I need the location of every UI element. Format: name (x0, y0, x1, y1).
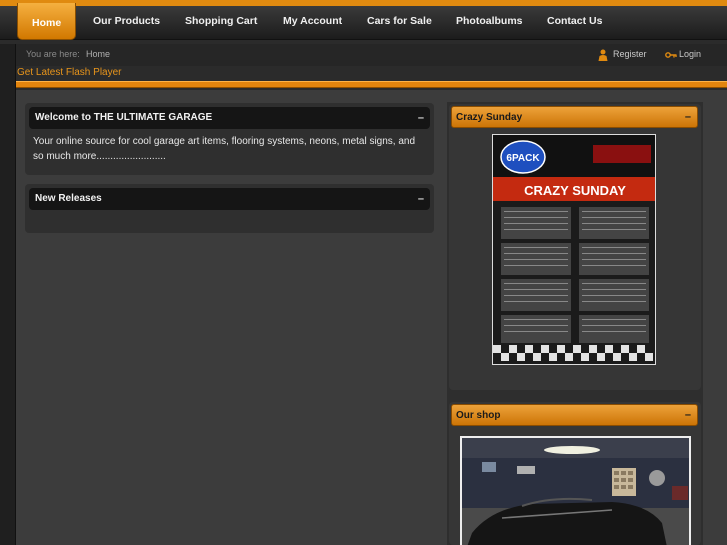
nav-my-account[interactable]: My Account (283, 6, 342, 40)
user-icon (598, 49, 608, 61)
welcome-text-line-2: so much more......................... (33, 151, 166, 162)
orange-divider (16, 81, 727, 88)
breadcrumb-prefix: You are here: (26, 49, 80, 59)
nav-photoalbums[interactable]: Photoalbums (456, 6, 523, 40)
shop-photo[interactable] (460, 436, 691, 545)
welcome-text-line-1: Your online source for cool garage art i… (33, 136, 416, 147)
welcome-module-title: Welcome to THE ULTIMATE GARAGE (35, 112, 213, 123)
nav-contact-us[interactable]: Contact Us (547, 6, 602, 40)
poster-logo: 6PACK (506, 153, 540, 164)
nav-home[interactable]: Home (17, 3, 77, 40)
left-border (0, 44, 16, 545)
nav-our-products[interactable]: Our Products (93, 6, 160, 40)
shop-photo-graphic (462, 438, 689, 545)
nav-shopping-cart[interactable]: Shopping Cart (185, 6, 257, 40)
key-icon (665, 52, 677, 58)
breadcrumb-current[interactable]: Home (86, 49, 110, 59)
welcome-module-header: Welcome to THE ULTIMATE GARAGE – (29, 107, 430, 129)
flash-player-link[interactable]: Get Latest Flash Player (17, 67, 122, 78)
our-shop-title: Our shop (456, 410, 501, 421)
register-link[interactable]: Register (613, 49, 647, 59)
minus-icon[interactable]: – (418, 193, 424, 205)
page: Home Our Products Shopping Cart My Accou… (0, 0, 727, 545)
main-nav: Home Our Products Shopping Cart My Accou… (0, 3, 727, 40)
minus-icon[interactable]: – (685, 111, 691, 123)
login-link[interactable]: Login (679, 49, 701, 59)
new-releases-module: New Releases – (25, 184, 434, 233)
poster-graphic: 6PACK CRAZY SUNDAY (493, 135, 655, 364)
nav-cars-for-sale[interactable]: Cars for Sale (367, 6, 432, 40)
our-shop-header: Our shop – (451, 404, 698, 426)
breadcrumb: You are here: Home Register Login (16, 44, 727, 66)
minus-icon[interactable]: – (418, 112, 424, 124)
welcome-text: Your online source for cool garage art i… (33, 134, 431, 164)
minus-icon[interactable]: – (685, 409, 691, 421)
poster-headline: CRAZY SUNDAY (524, 183, 626, 198)
crazy-sunday-title: Crazy Sunday (456, 112, 523, 123)
new-releases-module-title: New Releases (35, 193, 102, 204)
crazy-sunday-poster[interactable]: 6PACK CRAZY SUNDAY (492, 134, 656, 365)
welcome-module: Welcome to THE ULTIMATE GARAGE – Your on… (25, 103, 434, 175)
new-releases-module-header: New Releases – (29, 188, 430, 210)
crazy-sunday-header: Crazy Sunday – (451, 106, 698, 128)
